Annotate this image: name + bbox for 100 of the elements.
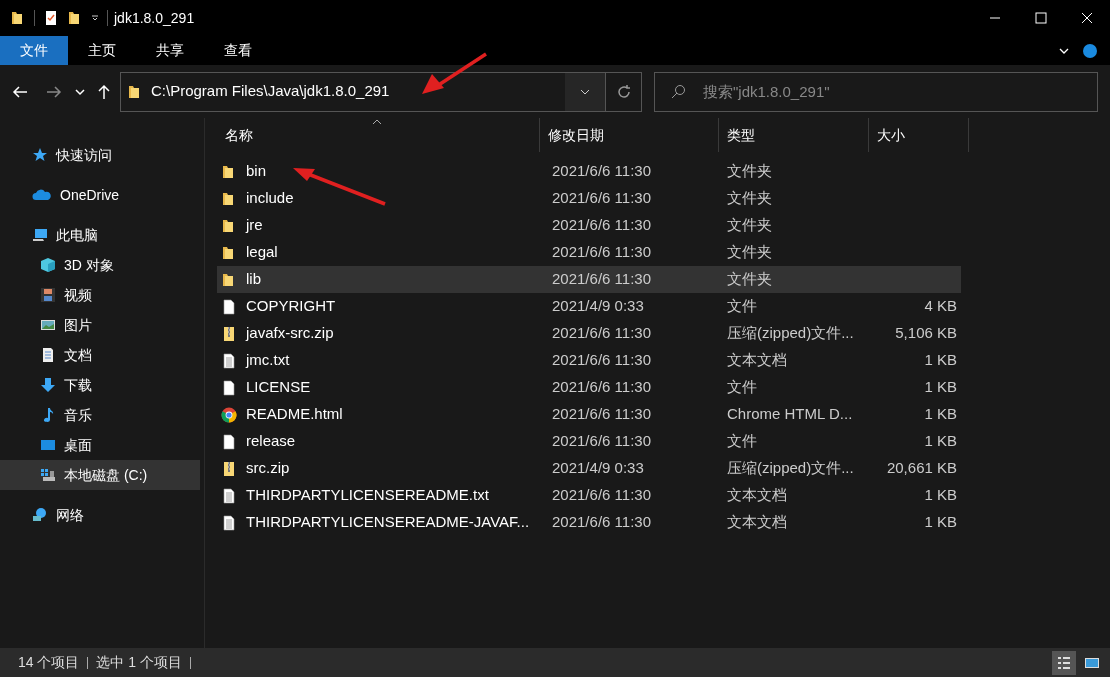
sidebar-item[interactable]: 快速访问: [0, 140, 200, 170]
text-file-icon: [221, 514, 237, 531]
desktop-icon: [40, 437, 56, 453]
ribbon-tab[interactable]: 查看: [204, 36, 272, 65]
date-cell-text: 2021/6/6 11:30: [551, 485, 652, 506]
date-cell-text: 2021/6/6 11:30: [551, 242, 652, 263]
computer-icon: [32, 227, 48, 243]
chrome-icon: [221, 406, 237, 423]
sidebar-item[interactable]: 网络: [0, 500, 200, 530]
sidebar-item[interactable]: 视频: [0, 280, 200, 310]
address-path: C:\Program Files\Java\jdk1.8.0_291: [151, 81, 390, 102]
forward-arrow-icon[interactable]: [46, 83, 62, 100]
file-name: LICENSE: [246, 377, 311, 398]
properties-icon[interactable]: [43, 10, 59, 26]
file-row[interactable]: LICENSE 2021/6/6 11:30 文件 1 KB: [217, 374, 961, 401]
size-cell-text: 4 KB: [923, 296, 957, 317]
column-header[interactable]: 名称: [217, 118, 540, 152]
size-cell-text: 1 KB: [923, 512, 957, 533]
type-cell-text: 文件夹: [726, 161, 773, 182]
file-name: bin: [246, 161, 267, 182]
sidebar-item[interactable]: 此电脑: [0, 220, 200, 250]
file-name: THIRDPARTYLICENSEREADME.txt: [246, 485, 489, 506]
search-field[interactable]: 搜索"jdk1.8.0_291": [654, 71, 1098, 112]
file-name: legal: [246, 242, 278, 263]
sidebar-item[interactable]: 音乐: [0, 400, 200, 430]
sidebar-item[interactable]: 图片: [0, 310, 200, 340]
file-name: src.zip: [246, 458, 290, 479]
sidebar-item[interactable]: 3D 对象: [0, 250, 200, 280]
type-cell-text: 文件夹: [726, 269, 773, 290]
search-icon: [670, 83, 686, 100]
address-field[interactable]: C:\Program Files\Java\jdk1.8.0_291: [120, 71, 642, 112]
type-cell-text: 压缩(zipped)文件...: [726, 458, 855, 479]
date-cell-text: 2021/6/6 11:30: [551, 215, 652, 236]
date-cell-text: 2021/6/6 11:30: [551, 161, 652, 182]
type-cell-text: 压缩(zipped)文件...: [726, 323, 855, 344]
file-name: COPYRIGHT: [246, 296, 336, 317]
film-icon: [40, 287, 56, 303]
file-row[interactable]: THIRDPARTYLICENSEREADME.txt 2021/6/6 11:30 文本文档 1 KB: [217, 482, 961, 509]
up-arrow-icon[interactable]: [96, 83, 112, 100]
annotation-arrow: [420, 52, 490, 96]
type-cell-text: 文本文档: [726, 350, 788, 371]
file-row[interactable]: THIRDPARTYLICENSEREADME-JAVAF... 2021/6/6 11:30 文本文档 1 KB: [217, 509, 961, 536]
window-title: jdk1.8.0_291: [114, 8, 195, 28]
file-row[interactable]: COPYRIGHT 2021/4/9 0:33 文件 4 KB: [217, 293, 961, 320]
dropdown-icon[interactable]: [91, 14, 99, 22]
document-icon: [40, 347, 56, 363]
file-row[interactable]: bin 2021/6/6 11:30 文件夹: [217, 158, 961, 185]
back-arrow-icon[interactable]: [12, 83, 28, 100]
sidebar-item[interactable]: 文档: [0, 340, 200, 370]
details-view-button[interactable]: [1052, 650, 1076, 675]
drive-icon: [40, 467, 56, 483]
size-cell-text: 20,661 KB: [885, 458, 957, 479]
sidebar-item[interactable]: OneDrive: [0, 180, 200, 210]
maximize-icon: [1035, 12, 1047, 24]
date-cell-text: 2021/6/6 11:30: [551, 431, 652, 452]
file-row[interactable]: javafx-src.zip 2021/6/6 11:30 压缩(zipped)文件... 5,106 KB: [217, 320, 961, 347]
text-file-icon: [221, 487, 237, 504]
column-header[interactable]: 修改日期: [540, 118, 719, 152]
sidebar-item[interactable]: 本地磁盘 (C:): [0, 460, 200, 490]
date-cell-text: 2021/4/9 0:33: [551, 458, 645, 479]
date-cell-text: 2021/6/6 11:30: [551, 188, 652, 209]
size-cell-text: 1 KB: [923, 431, 957, 452]
file-row[interactable]: include 2021/6/6 11:30 文件夹: [217, 185, 961, 212]
file-row[interactable]: jre 2021/6/6 11:30 文件夹: [217, 212, 961, 239]
file-name: jre: [246, 215, 263, 236]
ribbon-tab[interactable]: 共享: [136, 36, 204, 65]
file-row[interactable]: src.zip 2021/4/9 0:33 压缩(zipped)文件... 20,661 KB: [217, 455, 961, 482]
selection-count: 选中 1 个项目: [96, 653, 183, 672]
file-name: lib: [246, 269, 261, 290]
type-cell-text: Chrome HTML D...: [726, 404, 854, 425]
file-row[interactable]: legal 2021/6/6 11:30 文件夹: [217, 239, 961, 266]
file-icon: [221, 433, 237, 450]
type-cell-text: 文本文档: [726, 512, 788, 533]
details-view-icon: [1056, 654, 1072, 671]
file-name: README.html: [246, 404, 343, 425]
type-cell-text: 文件: [726, 296, 758, 317]
ribbon-tab[interactable]: 主页: [68, 36, 136, 65]
sidebar-item[interactable]: 桌面: [0, 430, 200, 460]
file-row[interactable]: lib 2021/6/6 11:30 文件夹: [217, 266, 961, 293]
file-row[interactable]: release 2021/6/6 11:30 文件 1 KB: [217, 428, 961, 455]
zip-folder-icon: [221, 325, 237, 342]
down-arrow-icon: [40, 377, 56, 393]
column-header[interactable]: 大小: [869, 118, 969, 152]
date-cell-text: 2021/6/6 11:30: [551, 350, 652, 371]
sidebar-item[interactable]: 下载: [0, 370, 200, 400]
file-name: jmc.txt: [246, 350, 290, 371]
type-cell-text: 文件: [726, 377, 758, 398]
file-row[interactable]: README.html 2021/6/6 11:30 Chrome HTML D... 1 KB: [217, 401, 961, 428]
size-cell-text: 1 KB: [923, 350, 957, 371]
file-name: javafx-src.zip: [246, 323, 334, 344]
ribbon-tab[interactable]: 文件: [0, 36, 68, 65]
file-row[interactable]: jmc.txt 2021/6/6 11:30 文本文档 1 KB: [217, 347, 961, 374]
column-header[interactable]: 类型: [719, 118, 869, 152]
file-name: include: [246, 188, 294, 209]
date-cell-text: 2021/6/6 11:30: [551, 269, 652, 290]
refresh-icon[interactable]: [615, 83, 632, 100]
file-icon: [221, 298, 237, 315]
cube-icon: [40, 257, 56, 273]
type-cell-text: 文件夹: [726, 242, 773, 263]
type-cell-text: 文件夹: [726, 215, 773, 236]
